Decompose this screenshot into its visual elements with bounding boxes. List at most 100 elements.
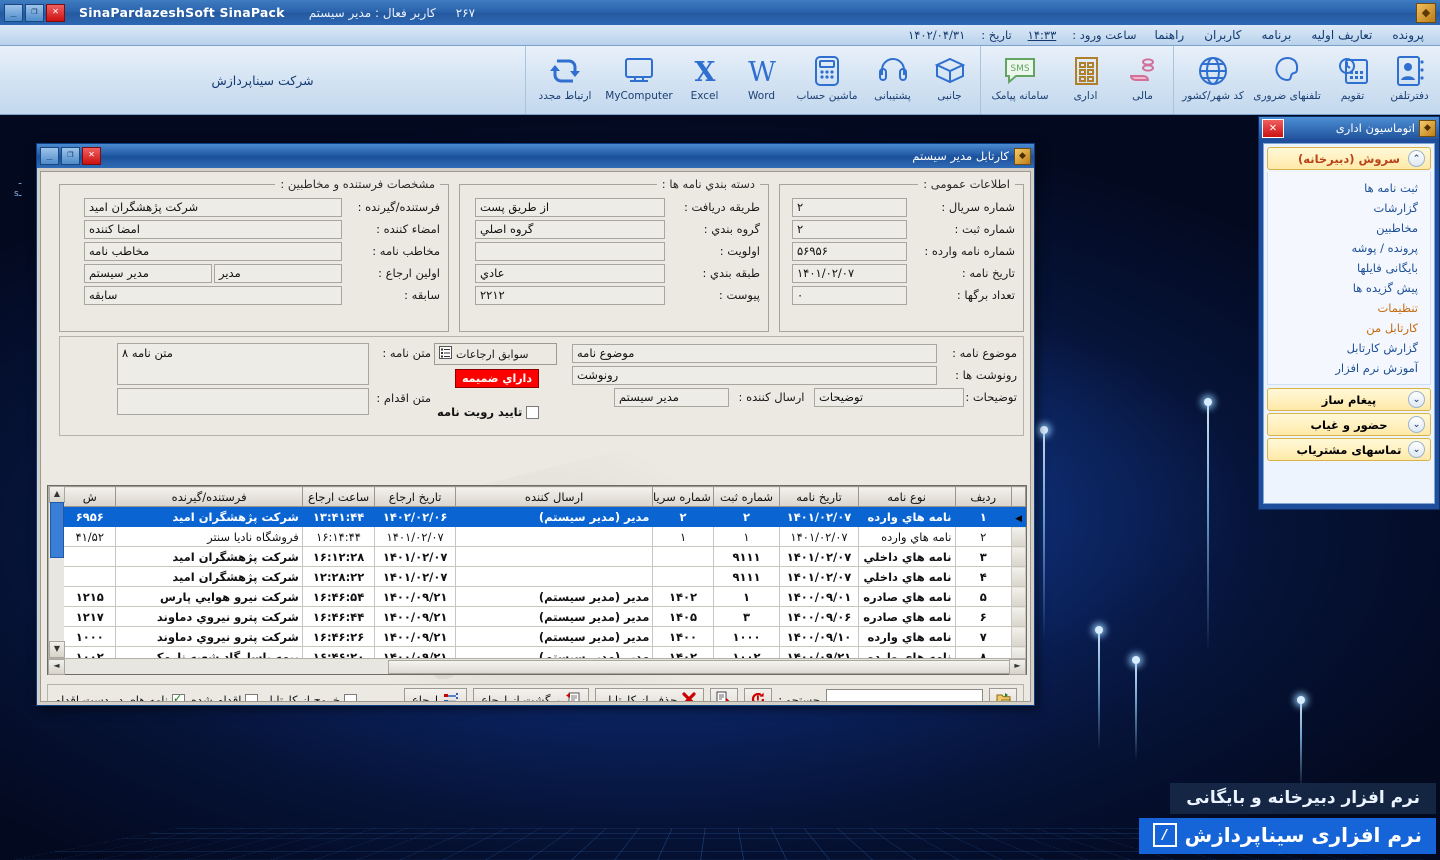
input-history[interactable]: سابقه bbox=[84, 285, 342, 305]
sidebar-item-gozareshat[interactable]: گزارشات bbox=[1272, 198, 1422, 218]
input-copies[interactable]: رونوشت bbox=[572, 365, 937, 385]
input-first-referral-user[interactable]: مدیر سیستم bbox=[84, 263, 212, 283]
maximize-button[interactable]: ❐ bbox=[25, 3, 44, 22]
toolbar-mycomputer-button[interactable]: MyComputer bbox=[602, 48, 676, 112]
toolbar-word-button[interactable]: W Word bbox=[733, 48, 790, 112]
row-marker[interactable] bbox=[1010, 566, 1026, 587]
menu-item-karbaran[interactable]: کاربران bbox=[1194, 27, 1251, 43]
refresh-button[interactable] bbox=[744, 687, 773, 701]
kartabl-close-button[interactable]: ✕ bbox=[82, 147, 101, 165]
toolbar-support-button[interactable]: پشتیبانی bbox=[864, 48, 921, 112]
kartabl-minimize-button[interactable]: _ bbox=[40, 147, 59, 165]
done-checkbox-box[interactable] bbox=[245, 693, 259, 701]
sidebar-item-mokhatebin[interactable]: مخاطبین bbox=[1272, 218, 1422, 238]
input-notes[interactable]: توضیحات bbox=[814, 387, 964, 407]
sidebar-item-tanzimat[interactable]: تنظیمات bbox=[1272, 298, 1422, 318]
sidebar-item-pish-gozideha[interactable]: پیش گزیده ها bbox=[1272, 278, 1422, 298]
input-sent-by[interactable]: مدیر سیستم bbox=[614, 387, 729, 407]
row-marker[interactable] bbox=[1010, 606, 1026, 627]
menu-item-taarif-avalieh[interactable]: تعاریف اولیه bbox=[1301, 27, 1382, 43]
table-row[interactable]: ۲ نامه هاي وارده ۱۴۰۱/۰۲/۰۷ ۱ ۱ ۱۴۰۱/۰۲/۰۷ ۱۶:… bbox=[63, 526, 1026, 547]
table-row[interactable]: ۵ نامه هاي صادره ۱۴۰۰/۰۹/۰۱ ۱ ۱۴۰۲ مدیر (مدیر… bbox=[63, 586, 1026, 607]
grid-header-sh[interactable]: ش bbox=[63, 486, 117, 507]
input-sender-receiver[interactable]: شرکت پژهشگران امید bbox=[84, 197, 342, 217]
toolbar-sms-button[interactable]: SMS سامانه پیامک bbox=[983, 48, 1057, 112]
toolbar-excel-button[interactable]: X Excel bbox=[676, 48, 733, 112]
accordion-header-hozur-ghiyab[interactable]: ⌄ حضور و غیاب bbox=[1267, 413, 1431, 436]
grid-vertical-scrollbar[interactable]: ▲ ▼ bbox=[48, 486, 65, 658]
accordion-header-tamasha-moshtariyab[interactable]: ⌄ تماسهای مشتریاب bbox=[1267, 438, 1431, 461]
input-classification[interactable]: عادي bbox=[475, 263, 665, 283]
delete-from-kartabl-button[interactable]: حذف از کارتابل bbox=[594, 687, 705, 701]
table-row[interactable]: ۳ نامه هاي داخلي ۱۴۰۱/۰۲/۰۷ ۹۱۱۱ ۱۴۰۱/۰۲/۰۷ ۱… bbox=[63, 546, 1026, 567]
input-grouping[interactable]: گروه اصلي bbox=[475, 219, 665, 239]
input-serial[interactable]: ۲ bbox=[792, 197, 907, 217]
input-priority[interactable] bbox=[475, 241, 665, 261]
grid-header-noe-nameh[interactable]: نوع نامه bbox=[857, 486, 956, 507]
toolbar-financial-button[interactable]: مالی bbox=[1114, 48, 1171, 112]
input-action-text[interactable] bbox=[117, 388, 369, 415]
grid-header-tarikh-erjaa[interactable]: تاریخ ارجاع bbox=[374, 486, 456, 507]
table-row[interactable]: ۶ نامه هاي صادره ۱۴۰۰/۰۹/۰۶ ۳ ۱۴۰۵ مدیر (مدیر… bbox=[63, 606, 1026, 627]
table-row[interactable]: ۷ نامه هاي وارده ۱۴۰۰/۰۹/۱۰ ۱۰۰۰ ۱۴۰۰ مدیر (م… bbox=[63, 626, 1026, 647]
chevron-up-icon[interactable]: ⌃ bbox=[1408, 150, 1425, 167]
chevron-down-icon[interactable]: ⌄ bbox=[1408, 416, 1425, 433]
input-incoming-no[interactable]: ۵۶۹۵۶ bbox=[792, 241, 907, 261]
pending-checkbox-box[interactable] bbox=[172, 692, 185, 701]
input-register-no[interactable]: ۲ bbox=[792, 219, 907, 239]
close-button[interactable]: ✕ bbox=[46, 3, 65, 22]
confirm-read-checkbox-box[interactable] bbox=[526, 405, 540, 419]
toolbar-reconnect-button[interactable]: ارتباط مجدد bbox=[528, 48, 602, 112]
grid-vertical-thumb[interactable] bbox=[50, 502, 64, 558]
input-attachment-no[interactable]: ۲۲۱۲ bbox=[475, 285, 665, 305]
referral-history-button[interactable]: سوابق ارجاعات bbox=[434, 343, 557, 365]
row-marker[interactable]: ◀ bbox=[1010, 506, 1026, 527]
input-signer[interactable]: امضا کننده bbox=[84, 219, 342, 239]
row-marker[interactable] bbox=[1010, 526, 1026, 547]
grid-scroll-up-button[interactable]: ▲ bbox=[49, 486, 65, 503]
table-row[interactable]: ۴ نامه هاي داخلي ۱۴۰۱/۰۲/۰۷ ۹۱۱۱ ۱۴۰۱/۰۲/۰۷ ۱… bbox=[63, 566, 1026, 587]
input-recipient[interactable]: مخاطب نامه bbox=[84, 241, 342, 261]
input-subject[interactable]: موضوع نامه bbox=[572, 343, 937, 363]
sidebar-item-gozaresh-kartabl[interactable]: گزارش کارتابل bbox=[1272, 338, 1422, 358]
refer-button[interactable]: ارجاع bbox=[403, 687, 468, 701]
browse-button[interactable] bbox=[989, 687, 1017, 701]
accordion-header-peygham-saz[interactable]: ⌄ پیغام ساز bbox=[1267, 388, 1431, 411]
chevron-down-icon[interactable]: ⌄ bbox=[1408, 441, 1425, 458]
grid-horizontal-scrollbar[interactable]: ◄ ► bbox=[48, 658, 1026, 675]
minimize-button[interactable]: _ bbox=[4, 3, 23, 22]
exit-kartabl-checkbox[interactable]: خروج از کارتابل bbox=[264, 693, 358, 701]
row-marker[interactable] bbox=[1010, 546, 1026, 567]
input-receive-method[interactable]: از طریق پست bbox=[475, 197, 665, 217]
grid-header-ersal-konande[interactable]: ارسال کننده bbox=[454, 486, 654, 507]
grid-scroll-down-button[interactable]: ▼ bbox=[49, 641, 65, 658]
grid-header-shomare-serial[interactable]: شماره سریال bbox=[652, 486, 714, 507]
export-button[interactable] bbox=[710, 687, 739, 701]
chevron-down-icon[interactable]: ⌄ bbox=[1408, 391, 1425, 408]
sidebar-item-bayegani-fileha[interactable]: بایگانی فایلها bbox=[1272, 258, 1422, 278]
toolbar-calculator-button[interactable]: ماشین حساب bbox=[790, 48, 864, 112]
grid-header-shomare-sabt[interactable]: شماره ثبت bbox=[712, 486, 781, 507]
search-input[interactable] bbox=[826, 689, 983, 701]
sidebar-item-amoozesh-narmafzar[interactable]: آموزش نرم افزار bbox=[1272, 358, 1422, 378]
toolbar-calendar-button[interactable]: تقویم bbox=[1324, 48, 1381, 112]
grid-scroll-right-button[interactable]: ► bbox=[1009, 659, 1026, 675]
grid-horizontal-thumb[interactable] bbox=[388, 660, 1010, 674]
grid-header-ferestande[interactable]: فرستنده/گیرنده bbox=[115, 486, 303, 507]
sidebar-item-kartabl-man[interactable]: کارتابل من bbox=[1272, 318, 1422, 338]
menu-item-rahnama[interactable]: راهنما bbox=[1145, 27, 1195, 43]
menu-item-barnameh[interactable]: برنامه bbox=[1251, 27, 1301, 43]
pending-checkbox[interactable]: نامه هاي در دست اقدام bbox=[54, 692, 185, 701]
menu-item-parvandeh[interactable]: پرونده bbox=[1382, 27, 1434, 43]
sidepanel-close-button[interactable]: ✕ bbox=[1262, 118, 1284, 138]
kartabl-maximize-button[interactable]: ❐ bbox=[61, 147, 80, 165]
sidebar-item-parvandeh-pousheh[interactable]: پرونده / پوشه bbox=[1272, 238, 1422, 258]
grid-header-radif[interactable]: ردیف bbox=[954, 486, 1012, 507]
grid-scroll-left-button[interactable]: ◄ bbox=[48, 659, 65, 675]
done-checkbox[interactable]: اقدام شده bbox=[191, 693, 259, 701]
grid-header-tarikh-nameh[interactable]: تاریخ نامه bbox=[779, 486, 859, 507]
grid-header-saat-erjaa[interactable]: ساعت ارجاع bbox=[301, 486, 376, 507]
exit-kartabl-checkbox-box[interactable] bbox=[344, 693, 358, 701]
input-letter-date[interactable]: ۱۴۰۱/۰۲/۰۷ bbox=[792, 263, 907, 283]
toolbar-peripherals-button[interactable]: جانبی bbox=[921, 48, 978, 112]
